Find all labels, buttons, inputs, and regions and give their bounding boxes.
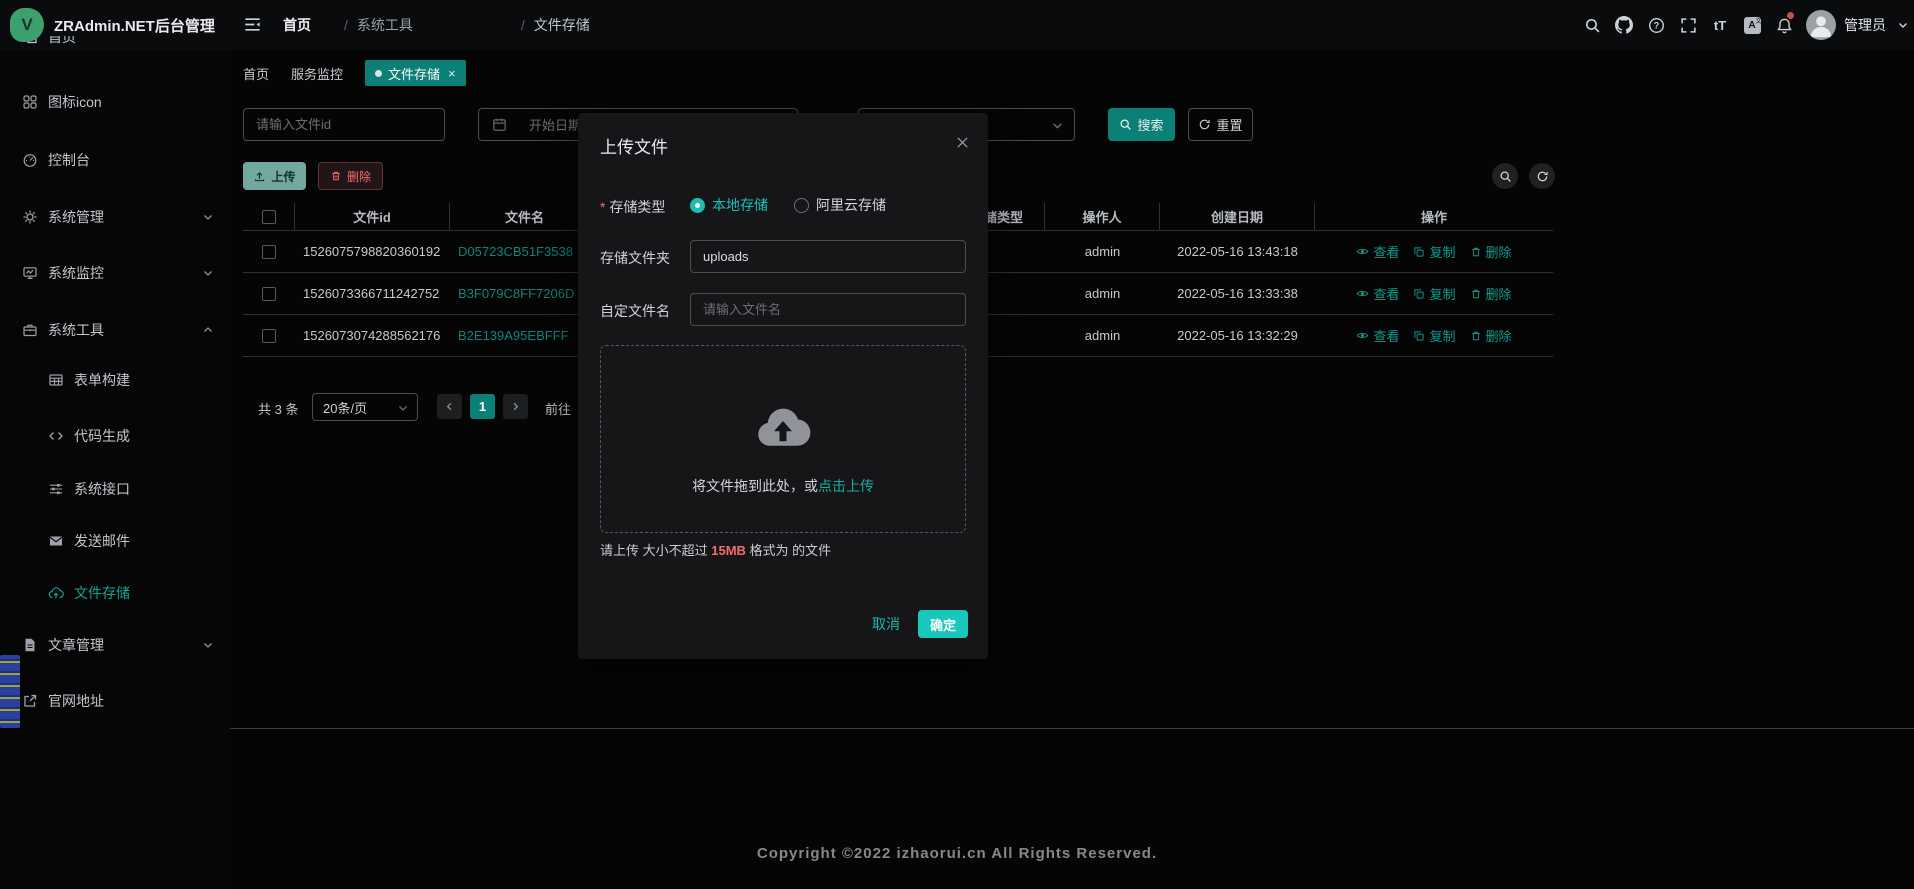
confirm-button[interactable]: 确定 — [918, 610, 968, 638]
filename-input[interactable] — [690, 293, 966, 326]
upload-dropzone[interactable]: 将文件拖到此处，或点击上传 — [600, 345, 966, 533]
radio-label: 阿里云存储 — [816, 195, 886, 215]
radio-aliyun-storage[interactable]: 阿里云存储 — [794, 195, 886, 215]
storage-type-label: 存储类型 — [600, 197, 665, 217]
dropzone-text: 将文件拖到此处，或点击上传 — [692, 476, 874, 496]
drop-text: 将文件拖到此处，或 — [692, 478, 818, 494]
storage-type-radio-group: 本地存储 阿里云存储 — [690, 197, 886, 213]
page: 首页 V ZRAdmin.NET后台管理 首页 / 系统工具 / 文件存储 ? — [0, 0, 1914, 889]
folder-input[interactable] — [690, 240, 966, 273]
tip-size-limit: 15MB — [711, 543, 746, 558]
dialog-title: 上传文件 — [600, 133, 668, 158]
radio-unselected-icon — [794, 198, 809, 213]
radio-label: 本地存储 — [712, 195, 768, 215]
folder-label: 存储文件夹 — [600, 248, 670, 268]
radio-selected-icon — [690, 198, 705, 213]
upload-dialog: 上传文件 存储类型 本地存储 阿里云存储 存储文件夹 自定文件名 将文件拖到此处… — [578, 113, 988, 659]
filename-label: 自定文件名 — [600, 301, 670, 321]
close-icon[interactable] — [955, 135, 970, 150]
radio-local-storage[interactable]: 本地存储 — [690, 195, 768, 215]
modal-overlay: 上传文件 存储类型 本地存储 阿里云存储 存储文件夹 自定文件名 将文件拖到此处… — [0, 0, 1914, 889]
click-upload-link[interactable]: 点击上传 — [818, 478, 874, 494]
upload-tip: 请上传 大小不超过 15MB 格式为 的文件 — [600, 540, 831, 559]
tip-suffix: 格式为 的文件 — [746, 543, 831, 558]
cancel-button[interactable]: 取消 — [864, 610, 908, 638]
cloud-upload-icon — [752, 402, 814, 452]
tip-prefix: 请上传 大小不超过 — [600, 543, 711, 558]
